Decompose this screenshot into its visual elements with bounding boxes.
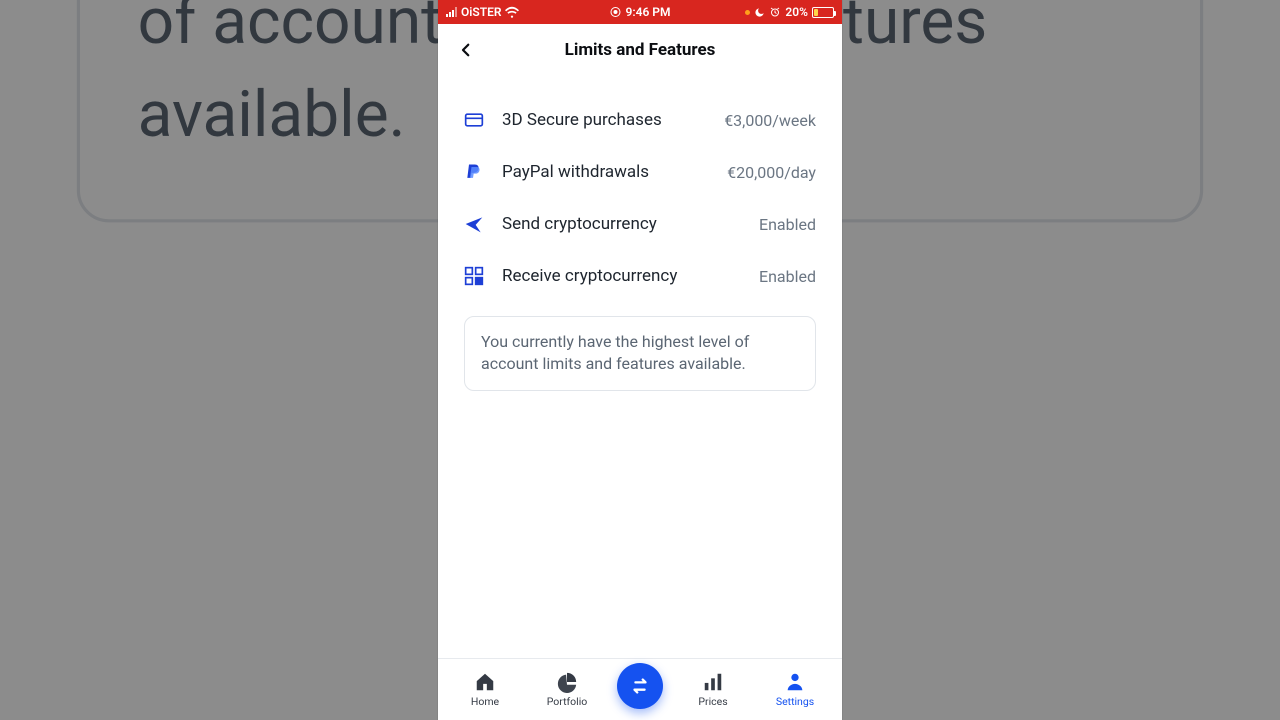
status-bar: OiSTER 9:46 PM 20%: [438, 0, 842, 24]
row-label: 3D Secure purchases: [502, 110, 706, 130]
qr-icon: [464, 266, 484, 286]
fab-trade-button[interactable]: [617, 663, 663, 709]
person-icon: [784, 671, 806, 693]
limits-list: 3D Secure purchases €3,000/week PayPal w…: [438, 76, 842, 302]
carrier-label: OiSTER: [461, 5, 501, 19]
page-title: Limits and Features: [565, 40, 716, 60]
indicator-dot-orange: [745, 10, 750, 15]
row-value: Enabled: [759, 267, 816, 286]
wifi-icon: [505, 6, 519, 18]
limit-row-paypal[interactable]: PayPal withdrawals €20,000/day: [438, 146, 842, 198]
row-value: Enabled: [759, 215, 816, 234]
signal-icon: [446, 7, 457, 17]
swap-icon: [629, 675, 651, 697]
send-icon: [464, 214, 484, 234]
tab-settings[interactable]: Settings: [763, 671, 827, 708]
phone-frame: OiSTER 9:46 PM 20% Limits and Features: [438, 0, 842, 720]
tab-label: Portfolio: [547, 695, 588, 708]
page-header: Limits and Features: [438, 24, 842, 76]
card-icon: [464, 110, 484, 130]
row-label: PayPal withdrawals: [502, 162, 709, 182]
tab-label: Prices: [698, 695, 727, 708]
home-icon: [474, 671, 496, 693]
tab-label: Settings: [776, 695, 814, 708]
moon-icon: [754, 7, 765, 18]
tab-bar: Home Portfolio Prices Se: [438, 658, 842, 720]
status-right: 20%: [745, 5, 834, 19]
tab-home[interactable]: Home: [453, 671, 517, 708]
record-icon: [609, 6, 621, 18]
row-label: Receive cryptocurrency: [502, 266, 741, 286]
clock-label: 9:46 PM: [625, 5, 670, 19]
status-center: 9:46 PM: [609, 5, 670, 19]
tab-label: Home: [471, 695, 499, 708]
row-value: €3,000/week: [724, 111, 816, 130]
info-note: You currently have the highest level of …: [464, 316, 816, 391]
battery-pct-label: 20%: [785, 5, 808, 19]
status-left: OiSTER: [446, 5, 519, 19]
pie-icon: [556, 671, 578, 693]
limit-row-receive-crypto[interactable]: Receive cryptocurrency Enabled: [438, 250, 842, 302]
bars-icon: [702, 671, 724, 693]
battery-icon: [812, 7, 834, 18]
limit-row-3d-secure[interactable]: 3D Secure purchases €3,000/week: [438, 94, 842, 146]
tab-portfolio[interactable]: Portfolio: [535, 671, 599, 708]
limit-row-send-crypto[interactable]: Send cryptocurrency Enabled: [438, 198, 842, 250]
alarm-icon: [769, 6, 781, 18]
row-label: Send cryptocurrency: [502, 214, 741, 234]
row-value: €20,000/day: [727, 163, 816, 182]
tab-prices[interactable]: Prices: [681, 671, 745, 708]
back-button[interactable]: [452, 36, 480, 64]
chevron-left-icon: [457, 41, 475, 59]
paypal-icon: [464, 162, 484, 182]
